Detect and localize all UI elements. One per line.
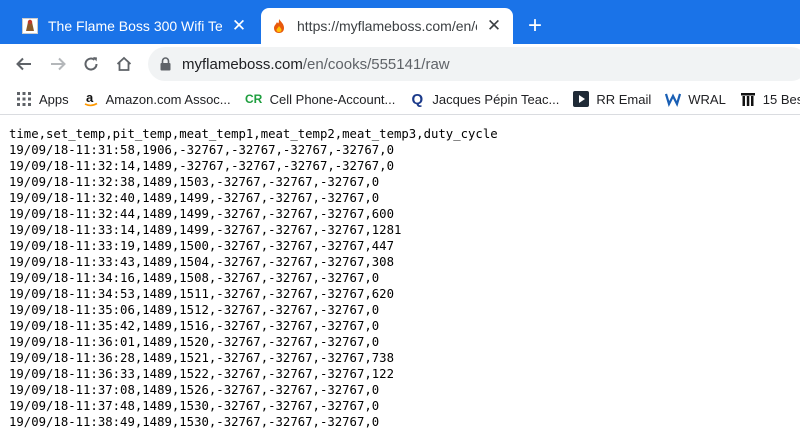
tab-raw-data[interactable]: https://myflameboss.com/en/cooks/555141/…	[261, 8, 513, 44]
bookmark-label: Amazon.com Assoc...	[105, 91, 231, 107]
bookmark-apps[interactable]: Apps	[16, 91, 69, 107]
url-path: /en/cooks/555141/raw	[302, 55, 450, 73]
bookmark-wral[interactable]: WRAL	[665, 91, 726, 107]
browser-toolbar: myflameboss.com/en/cooks/555141/raw	[0, 44, 800, 84]
bookmark-cell-phone[interactable]: CR Cell Phone-Account...	[244, 91, 396, 107]
address-bar[interactable]: myflameboss.com/en/cooks/555141/raw	[148, 47, 800, 81]
tab-strip: The Flame Boss 300 Wifi Temperature ✕ ht…	[0, 0, 800, 44]
tab-title: https://myflameboss.com/en/cooks/555141/…	[297, 18, 477, 34]
csv-data-line: 19/09/18-11:32:44,1489,1499,-32767,-3276…	[9, 207, 394, 221]
bookmark-label: 15 Best	[762, 91, 800, 107]
reload-icon	[84, 57, 98, 71]
close-tab-icon[interactable]: ✕	[228, 15, 250, 37]
flame-boss-favicon-icon	[22, 18, 38, 34]
close-tab-icon[interactable]: ✕	[483, 15, 505, 37]
svg-text:a: a	[86, 91, 94, 105]
back-button[interactable]	[10, 50, 38, 78]
new-tab-button[interactable]: +	[522, 12, 548, 40]
play-icon	[573, 91, 590, 107]
home-button[interactable]	[110, 50, 138, 78]
bookmark-rr-email[interactable]: RR Email	[573, 91, 651, 107]
csv-data-line: 19/09/18-11:35:06,1489,1512,-32767,-3276…	[9, 303, 380, 317]
bookmark-jacques-pepin[interactable]: Q Jacques Pépin Teac...	[409, 90, 560, 108]
csv-data-line: 19/09/18-11:37:48,1489,1530,-32767,-3276…	[9, 399, 380, 413]
tab-flame-boss[interactable]: The Flame Boss 300 Wifi Temperature ✕	[12, 8, 258, 44]
url-text[interactable]: myflameboss.com/en/cooks/555141/raw	[182, 56, 450, 73]
csv-data-line: 19/09/18-11:36:28,1489,1521,-32767,-3276…	[9, 351, 394, 365]
url-host: myflameboss.com	[182, 55, 303, 73]
csv-data-line: 19/09/18-11:33:43,1489,1504,-32767,-3276…	[9, 255, 394, 269]
apps-grid-icon	[16, 91, 32, 107]
csv-data-line: 19/09/18-11:32:14,1489,-32767,-32767,-32…	[9, 159, 394, 173]
flame-favicon-icon	[271, 18, 287, 34]
csv-header-line: time,set_temp,pit_temp,meat_temp1,meat_t…	[9, 127, 498, 141]
csv-data-line: 19/09/18-11:37:08,1489,1526,-32767,-3276…	[9, 383, 380, 397]
csv-data-line: 19/09/18-11:35:42,1489,1516,-32767,-3276…	[9, 319, 380, 333]
back-arrow-icon	[16, 57, 31, 71]
csv-data-line: 19/09/18-11:33:14,1489,1499,-32767,-3276…	[9, 223, 402, 237]
search-q-icon: Q	[411, 90, 424, 108]
home-icon	[116, 56, 132, 71]
csv-data-line: 19/09/18-11:33:19,1489,1500,-32767,-3276…	[9, 239, 394, 253]
csv-data-line: 19/09/18-11:32:40,1489,1499,-32767,-3276…	[9, 191, 380, 205]
cr-icon: CR	[244, 92, 263, 106]
reload-button[interactable]	[77, 50, 105, 78]
forward-button[interactable]	[44, 50, 72, 78]
csv-data-line: 19/09/18-11:31:58,1906,-32767,-32767,-32…	[9, 143, 394, 157]
raw-csv-content: time,set_temp,pit_temp,meat_temp1,meat_t…	[9, 126, 799, 430]
lock-icon[interactable]	[158, 57, 172, 71]
bookmarks-bar: Apps a Amazon.com Assoc... CR Cell Phone…	[0, 84, 800, 115]
bookmark-label: Apps	[39, 91, 69, 107]
csv-data-line: 19/09/18-11:34:16,1489,1508,-32767,-3276…	[9, 271, 380, 285]
csv-data-line: 19/09/18-11:38:49,1489,1530,-32767,-3276…	[9, 415, 380, 429]
amazon-icon: a	[83, 91, 99, 107]
bookmark-15-best[interactable]: 15 Best	[740, 91, 800, 107]
bookmark-label: WRAL	[688, 91, 726, 107]
bookmark-amazon[interactable]: a Amazon.com Assoc...	[83, 91, 231, 107]
csv-data-line: 19/09/18-11:34:53,1489,1511,-32767,-3276…	[9, 287, 394, 301]
forward-arrow-icon	[51, 57, 66, 71]
bookmark-label: Cell Phone-Account...	[269, 91, 396, 107]
csv-data-line: 19/09/18-11:32:38,1489,1503,-32767,-3276…	[9, 175, 380, 189]
bookmark-label: RR Email	[596, 91, 652, 107]
csv-data-line: 19/09/18-11:36:33,1489,1522,-32767,-3276…	[9, 367, 394, 381]
tab-title: The Flame Boss 300 Wifi Temperature	[48, 18, 222, 34]
wral-icon	[665, 91, 682, 107]
columns-icon	[740, 91, 756, 107]
csv-data-line: 19/09/18-11:36:01,1489,1520,-32767,-3276…	[9, 335, 380, 349]
bookmark-label: Jacques Pépin Teac...	[432, 91, 560, 107]
